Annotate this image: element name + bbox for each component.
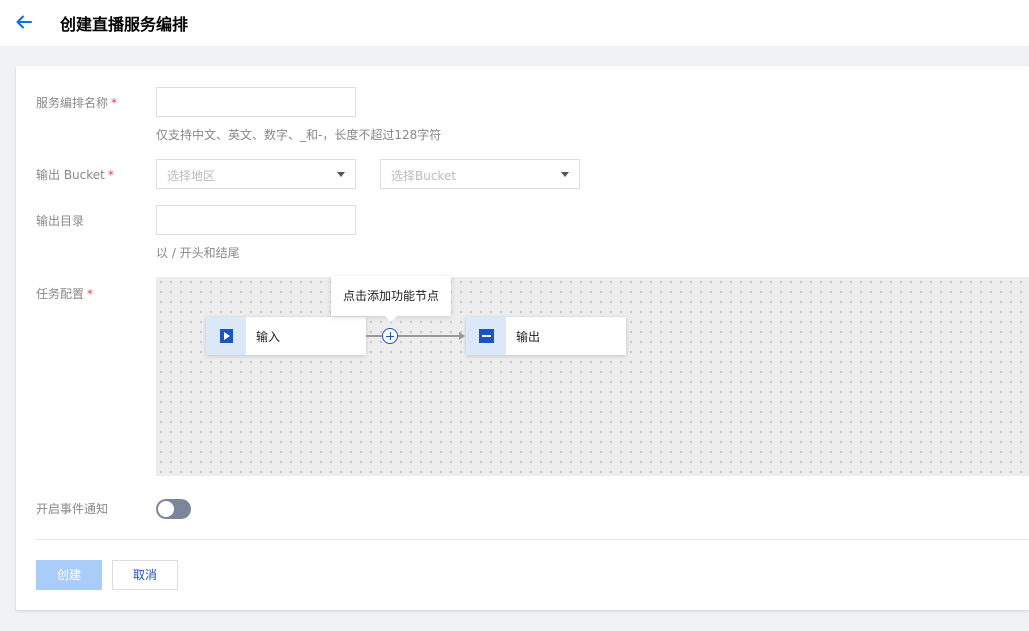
directory-label-text: 输出目录	[36, 214, 85, 228]
divider	[36, 539, 1029, 540]
chevron-down-icon	[561, 172, 569, 177]
region-select[interactable]: 选择地区	[156, 159, 356, 189]
bucket-select-placeholder: 选择Bucket	[391, 169, 457, 183]
task-label-text: 任务配置	[36, 287, 85, 301]
node-icon-box	[466, 317, 506, 355]
output-node-label: 输出	[516, 330, 541, 344]
toggle-knob	[158, 501, 174, 517]
play-icon	[220, 329, 233, 343]
plus-circle-icon[interactable]	[382, 328, 398, 344]
notify-toggle[interactable]	[156, 499, 191, 519]
task-label: 任务配置 *	[36, 285, 93, 302]
name-input[interactable]	[156, 87, 356, 117]
directory-help: 以 / 开头和结尾	[156, 246, 240, 260]
directory-label: 输出目录	[36, 212, 84, 229]
page-header: 创建直播服务编排	[0, 0, 1029, 46]
output-icon	[479, 329, 494, 343]
create-button[interactable]: 创建	[36, 560, 102, 590]
arrow-right-icon	[459, 332, 465, 340]
directory-input[interactable]	[156, 205, 356, 235]
name-label: 服务编排名称 *	[36, 94, 117, 111]
chevron-down-icon	[337, 172, 345, 177]
notify-label-text: 开启事件通知	[36, 502, 109, 516]
name-help: 仅支持中文、英文、数字、_和-，长度不超过128字符	[156, 128, 442, 142]
form-card: 服务编排名称 * 仅支持中文、英文、数字、_和-，长度不超过128字符 输出 Bu…	[16, 66, 1029, 610]
notify-label: 开启事件通知	[36, 500, 108, 517]
region-select-placeholder: 选择地区	[167, 169, 216, 183]
required-mark: *	[111, 96, 118, 110]
input-node[interactable]: 输入	[206, 317, 366, 355]
output-node[interactable]: 输出	[466, 317, 626, 355]
bucket-select[interactable]: 选择Bucket	[380, 159, 580, 189]
page-title: 创建直播服务编排	[60, 15, 189, 34]
arrow-left-icon[interactable]	[14, 12, 34, 32]
cancel-button[interactable]: 取消	[112, 560, 178, 590]
connector-line	[366, 335, 461, 337]
required-mark: *	[107, 168, 114, 182]
input-node-label: 输入	[256, 330, 281, 344]
bucket-label-text: 输出 Bucket	[36, 168, 105, 182]
add-node-tooltip: 点击添加功能节点	[331, 276, 451, 322]
required-mark: *	[87, 287, 94, 301]
workflow-canvas[interactable]: 输入 输出 点击添加功能节点	[156, 276, 1029, 476]
bucket-label: 输出 Bucket *	[36, 166, 114, 183]
node-icon-box	[206, 317, 246, 355]
name-label-text: 服务编排名称	[36, 96, 109, 110]
